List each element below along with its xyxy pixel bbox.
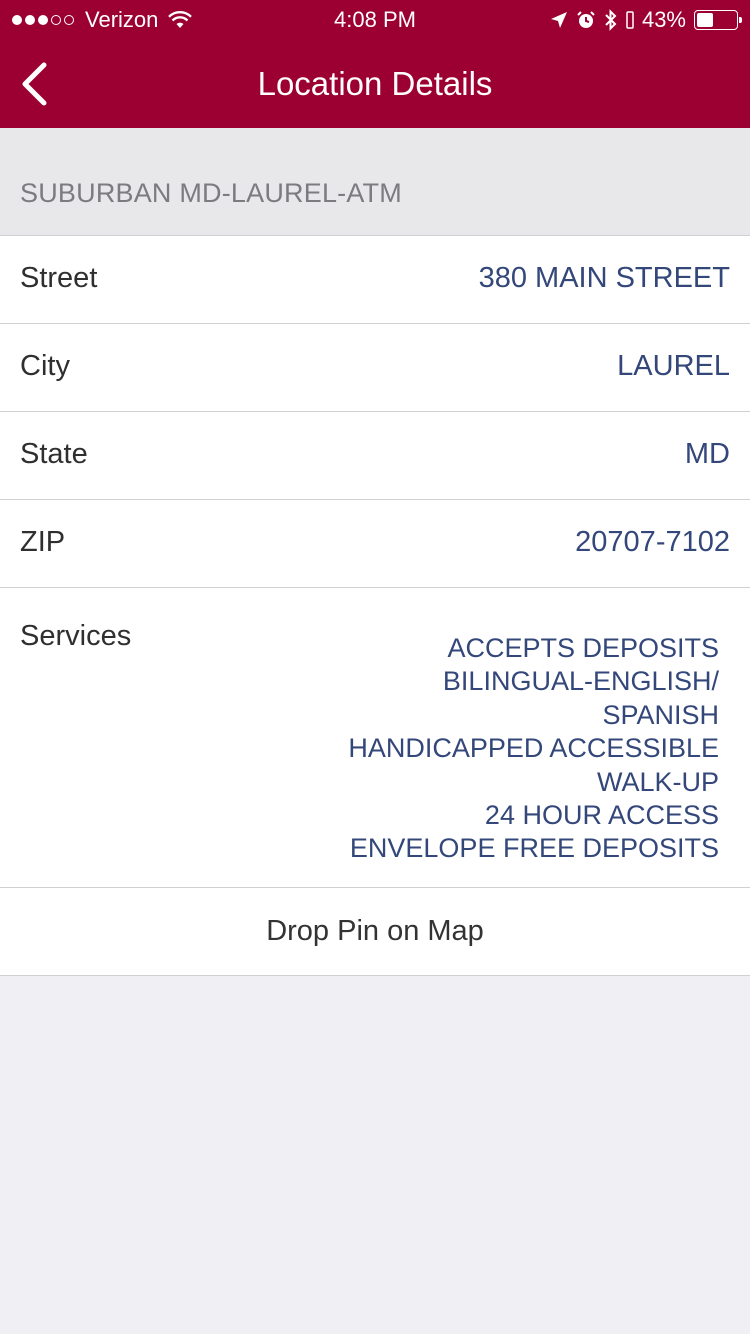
location-header: SUBURBAN MD-LAUREL-ATM — [0, 128, 750, 236]
status-bar: Verizon 4:08 PM 43% — [0, 0, 750, 40]
state-label: State — [20, 438, 88, 470]
detail-row-state: State MD — [0, 412, 750, 500]
battery-icon — [694, 10, 742, 30]
location-arrow-icon — [550, 12, 567, 28]
battery-fill — [697, 13, 714, 27]
top-bar: Verizon 4:08 PM 43% Location Details — [0, 0, 750, 128]
services-list[interactable]: ACCEPTS DEPOSITS BILINGUAL-ENGLISH/ SPAN… — [319, 632, 719, 860]
drop-pin-label: Drop Pin on Map — [266, 915, 484, 947]
service-item: HANDICAPPED ACCESSIBLE — [348, 733, 719, 764]
alarm-clock-icon — [577, 11, 595, 28]
state-value: MD — [684, 438, 730, 470]
battery-percentage: 43% — [641, 7, 686, 32]
street-label: Street — [20, 262, 98, 294]
detail-row-city: City LAUREL — [0, 324, 750, 412]
battery-bolt-icon — [626, 11, 634, 29]
service-item: ENVELOPE FREE DEPOSITS — [349, 833, 719, 860]
drop-pin-button[interactable]: Drop Pin on Map — [0, 888, 750, 976]
services-label: Services — [20, 620, 132, 652]
city-value: LAUREL — [617, 350, 730, 382]
status-right: 43% — [542, 7, 742, 33]
bluetooth-icon — [605, 9, 617, 31]
zip-label: ZIP — [20, 526, 66, 558]
service-item: ACCEPTS DEPOSITS — [447, 633, 719, 663]
service-item: BILINGUAL-ENGLISH/ SPANISH — [442, 666, 719, 730]
service-item: WALK-UP — [596, 766, 719, 797]
location-name: SUBURBAN MD-LAUREL-ATM — [20, 178, 402, 208]
detail-row-zip: ZIP 20707-7102 — [0, 500, 750, 588]
page-title: Location Details — [257, 65, 493, 102]
navigation-bar: Location Details — [0, 40, 750, 128]
zip-value: 20707-7102 — [575, 526, 730, 558]
detail-row-street: Street 380 MAIN STREET — [0, 236, 750, 324]
street-value: 380 MAIN STREET — [478, 262, 730, 294]
detail-row-services: Services ACCEPTS DEPOSITS BILINGUAL-ENGL… — [0, 588, 750, 888]
city-label: City — [20, 350, 70, 382]
service-item: 24 HOUR ACCESS — [484, 800, 719, 831]
